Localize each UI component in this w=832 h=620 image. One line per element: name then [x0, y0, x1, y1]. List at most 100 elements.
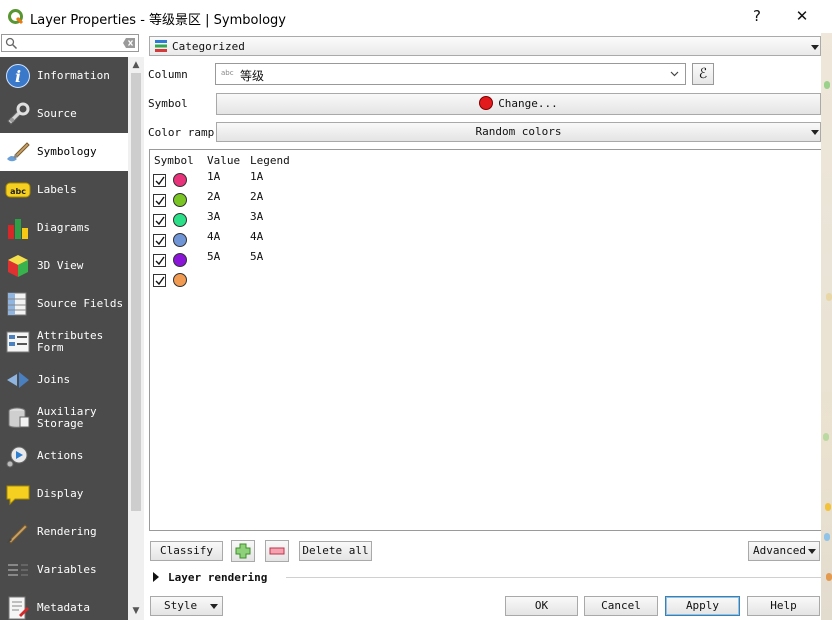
source-icon: [7, 102, 30, 125]
category-checkbox[interactable]: [153, 194, 166, 207]
symbology-panel: Categorized Column abc 等级 ℰ Symbol Chang…: [144, 33, 832, 620]
display-icon: [6, 485, 30, 506]
string-field-icon: abc: [221, 69, 234, 77]
help-titlebar-button[interactable]: ?: [742, 6, 772, 28]
change-symbol-label: Change...: [498, 97, 558, 110]
close-window-button[interactable]: ✕: [787, 6, 817, 28]
category-value: 5A: [207, 250, 221, 263]
sidebar-item-label: Attributes Form: [37, 329, 104, 354]
categories-table[interactable]: Symbol Value Legend 1A 1A 2A 2A 3A 3A 4A…: [149, 149, 822, 531]
symbology-icon: [7, 142, 30, 162]
ok-button[interactable]: OK: [505, 596, 578, 616]
joins-icon: [7, 372, 29, 388]
style-label: Style: [164, 599, 198, 612]
sidebar-item-variables[interactable]: Variables: [0, 551, 128, 589]
search-icon: [5, 37, 18, 50]
category-symbol[interactable]: [173, 173, 187, 187]
sidebar-item-actions[interactable]: Actions: [0, 437, 128, 475]
chevron-down-icon[interactable]: [811, 130, 819, 135]
column-combo[interactable]: abc 等级: [215, 63, 686, 85]
check-icon: [155, 196, 165, 206]
sidebar-item-label: Source: [37, 107, 77, 120]
sidebar-item-metadata[interactable]: Metadata: [0, 589, 128, 620]
sidebar-item-source-fields[interactable]: Source Fields: [0, 285, 128, 323]
chevron-down-icon: [808, 549, 816, 554]
color-ramp-value: Random colors: [475, 125, 562, 138]
renderer-value: Categorized: [172, 40, 245, 53]
column-value: 等级: [240, 69, 265, 83]
change-symbol-button[interactable]: Change...: [216, 93, 821, 115]
header-value[interactable]: Value: [207, 154, 240, 167]
classify-button[interactable]: Classify: [150, 541, 223, 561]
symbol-preview-icon: [479, 96, 494, 110]
remove-category-button[interactable]: [265, 540, 289, 562]
sidebar-item-auxiliary-storage[interactable]: Auxiliary Storage: [0, 399, 128, 437]
sidebar-item-information[interactable]: i Information: [0, 57, 128, 95]
table-row[interactable]: 2A 2A: [150, 190, 820, 210]
sidebar-item-labels[interactable]: abc Labels: [0, 171, 128, 209]
delete-all-button[interactable]: Delete all: [299, 541, 372, 561]
table-row[interactable]: 1A 1A: [150, 170, 820, 190]
sidebar-item-3d-view[interactable]: 3D View: [0, 247, 128, 285]
category-checkbox[interactable]: [153, 214, 166, 227]
category-symbol[interactable]: [173, 233, 187, 247]
layer-rendering-toggle[interactable]: Layer rendering: [153, 571, 267, 584]
sidebar-item-rendering[interactable]: Rendering: [0, 513, 128, 551]
table-row[interactable]: 4A 4A: [150, 230, 820, 250]
chevron-down-icon: [670, 71, 679, 77]
category-value: 2A: [207, 190, 221, 203]
header-symbol[interactable]: Symbol: [154, 154, 194, 167]
scroll-up-icon[interactable]: ▲: [128, 58, 144, 72]
category-checkbox[interactable]: [153, 174, 166, 187]
apply-button[interactable]: Apply: [665, 596, 740, 616]
category-symbol[interactable]: [173, 253, 187, 267]
sidebar-item-display[interactable]: Display: [0, 475, 128, 513]
epsilon-icon: ℰ: [698, 66, 708, 82]
title-bar: Layer Properties - 等级景区 | Symbology ? ✕: [0, 0, 832, 33]
table-row[interactable]: 3A 3A: [150, 210, 820, 230]
sidebar-item-joins[interactable]: Joins: [0, 361, 128, 399]
help-button[interactable]: Help: [747, 596, 820, 616]
sidebar-item-attributes-form[interactable]: Attributes Form: [0, 323, 128, 361]
svg-text:abc: abc: [10, 187, 26, 196]
sidebar-scrollbar[interactable]: ▲ ▼: [128, 57, 144, 620]
category-checkbox[interactable]: [153, 274, 166, 287]
category-legend: 2A: [250, 190, 264, 203]
style-button[interactable]: Style: [150, 596, 223, 616]
table-row[interactable]: 5A 5A: [150, 250, 820, 270]
chevron-down-icon: [210, 604, 218, 609]
add-category-button[interactable]: [231, 540, 255, 562]
category-legend: 4A: [250, 230, 264, 243]
renderer-combo[interactable]: Categorized: [149, 36, 821, 56]
sidebar-item-label: Source Fields: [37, 297, 124, 310]
clear-search-icon[interactable]: [123, 38, 135, 48]
category-legend: 1A: [250, 170, 264, 183]
category-symbol[interactable]: [173, 193, 187, 207]
map-canvas-background: [821, 33, 832, 620]
chevron-down-icon: [811, 45, 819, 50]
layer-rendering-label: Layer rendering: [168, 571, 268, 584]
category-symbol[interactable]: [173, 213, 187, 227]
check-icon: [155, 236, 165, 246]
qgis-logo-icon: [8, 9, 24, 25]
expression-button[interactable]: ℰ: [692, 63, 714, 85]
category-checkbox[interactable]: [153, 234, 166, 247]
scrollbar-thumb[interactable]: [131, 73, 141, 511]
sidebar-item-symbology[interactable]: Symbology: [0, 133, 128, 171]
header-legend[interactable]: Legend: [250, 154, 290, 167]
sidebar-search-input[interactable]: [20, 36, 116, 50]
sidebar-item-source[interactable]: Source: [0, 95, 128, 133]
sidebar-item-diagrams[interactable]: Diagrams: [0, 209, 128, 247]
scroll-down-icon[interactable]: ▼: [128, 604, 144, 618]
color-ramp-button[interactable]: Random colors: [216, 122, 821, 142]
sidebar-search[interactable]: [1, 34, 139, 52]
category-checkbox[interactable]: [153, 254, 166, 267]
cancel-button[interactable]: Cancel: [584, 596, 658, 616]
table-row[interactable]: [150, 270, 820, 290]
sidebar-nav: i Information Source Symbology abc Label…: [0, 57, 128, 620]
advanced-button[interactable]: Advanced: [748, 541, 820, 561]
sidebar: i Information Source Symbology abc Label…: [0, 33, 144, 620]
sidebar-item-label: Diagrams: [37, 221, 90, 234]
category-value: 4A: [207, 230, 221, 243]
category-symbol[interactable]: [173, 273, 187, 287]
